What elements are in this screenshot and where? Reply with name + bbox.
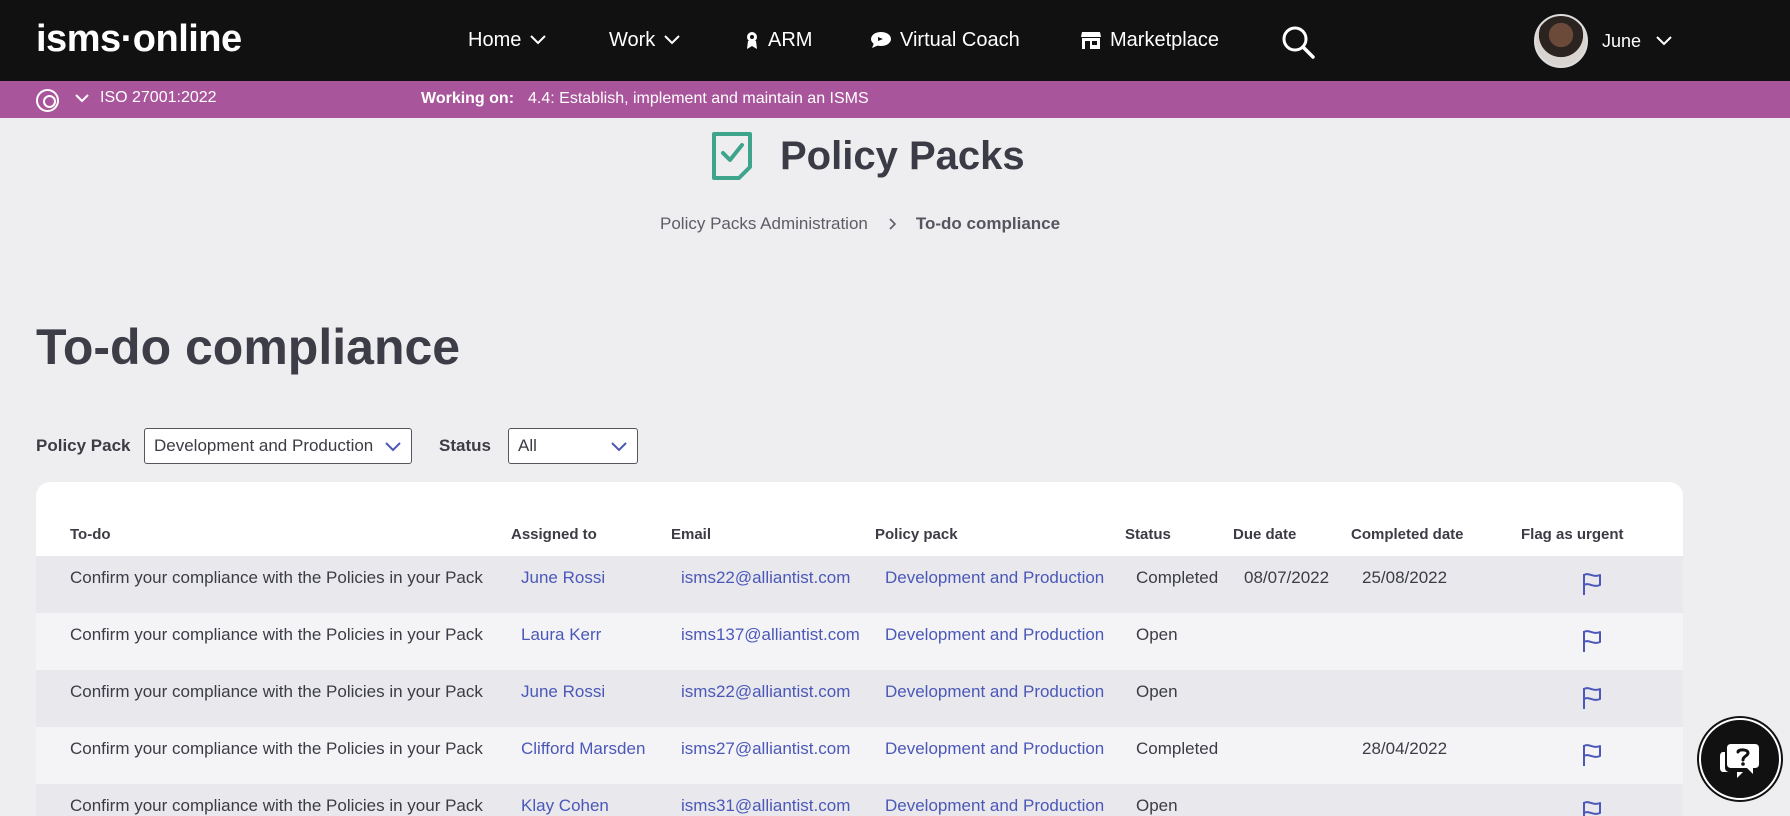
column-header-todo[interactable]: To-do <box>70 526 111 543</box>
avatar <box>1534 14 1588 68</box>
policy-pack-select[interactable]: Development and Production <box>144 428 412 464</box>
assigned-to-link[interactable]: Clifford Marsden <box>521 739 645 759</box>
standard-selector[interactable]: ISO 27001:2022 <box>74 89 217 107</box>
nav-virtual-coach-label: Virtual Coach <box>900 28 1020 51</box>
policy-pack-link[interactable]: Development and Production <box>885 568 1104 588</box>
column-header-completed-date[interactable]: Completed date <box>1351 526 1464 543</box>
assigned-to-link[interactable]: June Rossi <box>521 568 605 588</box>
section-title: Policy Packs <box>780 134 1025 178</box>
status-cell: Open <box>1136 625 1178 644</box>
email-link[interactable]: isms31@alliantist.com <box>681 796 850 816</box>
column-header-email[interactable]: Email <box>671 526 711 543</box>
flag-icon[interactable] <box>1581 572 1603 596</box>
nav-home[interactable]: Home <box>468 24 547 56</box>
email-link[interactable]: isms22@alliantist.com <box>681 568 850 588</box>
policy-pack-link[interactable]: Development and Production <box>885 796 1104 816</box>
column-header-flag-as-urgent: Flag as urgent <box>1521 526 1624 543</box>
chat-bubble-icon <box>871 32 891 48</box>
email-link[interactable]: isms27@alliantist.com <box>681 739 850 759</box>
todo-cell: Confirm your compliance with the Policie… <box>70 625 483 644</box>
policy-pack-link[interactable]: Development and Production <box>885 682 1104 702</box>
nav-work[interactable]: Work <box>609 24 681 56</box>
column-header-assigned-to[interactable]: Assigned to <box>511 526 597 543</box>
user-name: June <box>1602 30 1642 51</box>
standard-label: ISO 27001:2022 <box>100 89 217 106</box>
status-cell: Completed <box>1136 739 1219 758</box>
search-icon[interactable] <box>1280 24 1316 60</box>
working-on: Working on: 4.4: Establish, implement an… <box>421 90 869 108</box>
nav-arm[interactable]: ARM <box>744 24 812 56</box>
assigned-to-link[interactable]: Klay Cohen <box>521 796 609 816</box>
award-ribbon-icon <box>747 32 757 49</box>
email-link[interactable]: isms137@alliantist.com <box>681 625 860 645</box>
chevron-down-icon <box>1656 36 1672 46</box>
chevron-down-icon <box>75 94 89 103</box>
email-link[interactable]: isms22@alliantist.com <box>681 682 850 702</box>
nav-marketplace-label: Marketplace <box>1110 28 1219 51</box>
policy-pack-filter-label: Policy Pack <box>36 436 131 455</box>
breadcrumb-parent[interactable]: Policy Packs Administration <box>660 214 868 234</box>
status-select[interactable]: All <box>508 428 638 464</box>
status-select-value: All <box>518 436 537 455</box>
todo-cell: Confirm your compliance with the Policie… <box>70 682 483 701</box>
table-row: Confirm your compliance with the Policie… <box>36 784 1683 816</box>
policy-pack-icon <box>712 132 752 180</box>
working-on-bar: ISO 27001:2022 Working on: 4.4: Establis… <box>0 81 1790 118</box>
table-row: Confirm your compliance with the Policie… <box>36 556 1683 613</box>
table-row: Confirm your compliance with the Policie… <box>36 613 1683 670</box>
policy-pack-link[interactable]: Development and Production <box>885 625 1104 645</box>
breadcrumb-current: To-do compliance <box>915 214 1061 233</box>
todo-cell: Confirm your compliance with the Policie… <box>70 796 483 815</box>
policy-pack-link[interactable]: Development and Production <box>885 739 1104 759</box>
status-cell: Open <box>1136 796 1178 815</box>
store-icon <box>1081 32 1101 49</box>
policy-pack-select-value: Development and Production <box>154 436 374 455</box>
assigned-to-link[interactable]: Laura Kerr <box>521 625 601 645</box>
status-cell: Open <box>1136 682 1178 701</box>
chevron-down-icon <box>385 441 401 451</box>
assigned-to-link[interactable]: June Rossi <box>521 682 605 702</box>
nav-marketplace[interactable]: Marketplace <box>1080 24 1219 56</box>
flag-icon[interactable] <box>1581 743 1603 767</box>
top-navigation: isms·online Home Work ARM Virtual Coach … <box>0 0 1790 81</box>
page-title: To-do compliance <box>36 319 461 375</box>
flag-icon[interactable] <box>1581 686 1603 710</box>
isms-online-logo[interactable]: isms·online <box>36 17 242 61</box>
todo-cell: Confirm your compliance with the Policie… <box>70 568 483 587</box>
completed-date-cell: 25/08/2022 <box>1362 568 1448 587</box>
completed-date-cell: 28/04/2022 <box>1362 739 1448 758</box>
help-chat-button[interactable] <box>1699 718 1781 800</box>
nav-work-label: Work <box>609 28 656 51</box>
column-header-due-date[interactable]: Due date <box>1233 526 1296 543</box>
column-header-status[interactable]: Status <box>1125 526 1171 543</box>
working-on-label: Working on: <box>421 90 515 107</box>
table-row: Confirm your compliance with the Policie… <box>36 727 1683 784</box>
table-row: Confirm your compliance with the Policie… <box>36 670 1683 727</box>
status-filter-label: Status <box>439 436 491 455</box>
help-chat-icon <box>1720 744 1759 778</box>
chevron-down-icon <box>664 35 681 45</box>
chevron-down-icon <box>611 441 627 451</box>
breadcrumb: Policy Packs Administration To-do compli… <box>660 214 1060 234</box>
user-menu[interactable]: June <box>1534 14 1673 68</box>
working-on-value[interactable]: 4.4: Establish, implement and maintain a… <box>528 90 869 108</box>
todo-cell: Confirm your compliance with the Policie… <box>70 739 483 758</box>
nav-virtual-coach[interactable]: Virtual Coach <box>870 24 1020 56</box>
column-header-policy-pack[interactable]: Policy pack <box>875 526 958 543</box>
chevron-down-icon <box>530 35 547 45</box>
chevron-right-icon <box>889 218 896 230</box>
status-cell: Completed <box>1136 568 1219 587</box>
flag-icon[interactable] <box>1581 629 1603 653</box>
todo-compliance-table: To-do Assigned to Email Policy pack Stat… <box>36 482 1683 816</box>
due-date-cell: 08/07/2022 <box>1244 568 1330 587</box>
certificate-badge-icon <box>36 89 59 112</box>
flag-icon[interactable] <box>1581 800 1603 816</box>
nav-home-label: Home <box>468 28 522 51</box>
nav-arm-label: ARM <box>768 28 813 51</box>
